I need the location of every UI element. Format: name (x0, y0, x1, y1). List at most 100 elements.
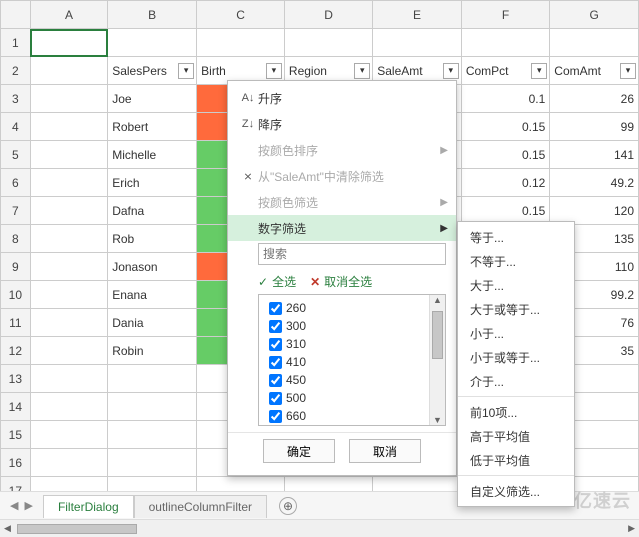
active-cell-A1[interactable] (30, 29, 108, 57)
cell-comamt[interactable]: 99 (550, 113, 639, 141)
ok-button[interactable]: 确定 (263, 439, 335, 463)
filter-button-birth[interactable]: ▾ (266, 63, 282, 79)
filter-value-checkbox[interactable] (269, 374, 282, 387)
filter-value-checkbox[interactable] (269, 320, 282, 333)
col-header-E[interactable]: E (373, 1, 462, 29)
row-header[interactable]: 9 (1, 253, 31, 281)
filter-search-input[interactable] (258, 243, 446, 265)
cell-compct[interactable]: 0.12 (461, 169, 549, 197)
row-header[interactable]: 2 (1, 57, 31, 85)
cell[interactable] (373, 29, 462, 57)
row-header[interactable]: 7 (1, 197, 31, 225)
col-header-C[interactable]: C (197, 1, 285, 29)
submenu-lt[interactable]: 小于... (458, 321, 574, 345)
header-compct[interactable]: ComPct ▾ (461, 57, 549, 85)
cell-name[interactable]: Jonason (108, 253, 197, 281)
filter-button-salespers[interactable]: ▾ (178, 63, 194, 79)
cell-compct[interactable]: 0.15 (461, 141, 549, 169)
scroll-up-icon[interactable]: ▲ (433, 295, 442, 305)
cell-comamt[interactable]: 141 (550, 141, 639, 169)
cell[interactable] (30, 113, 108, 141)
cell[interactable] (461, 29, 549, 57)
scroll-right-icon[interactable]: ▶ (628, 523, 635, 534)
menu-number-filter[interactable]: 数字筛选 ▶ (228, 215, 456, 241)
submenu-above-avg[interactable]: 高于平均值 (458, 424, 574, 448)
add-sheet-button[interactable]: ⊕ (279, 497, 297, 515)
col-header-A[interactable]: A (30, 1, 108, 29)
filter-value-item[interactable]: 660 (259, 407, 429, 425)
cell[interactable] (108, 449, 197, 477)
sheet-tab-filterdialog[interactable]: FilterDialog (43, 495, 134, 518)
submenu-eq[interactable]: 等于... (458, 225, 574, 249)
row-header[interactable]: 5 (1, 141, 31, 169)
filter-value-item[interactable]: 450 (259, 371, 429, 389)
submenu-neq[interactable]: 不等于... (458, 249, 574, 273)
cell-name[interactable]: Dania (108, 309, 197, 337)
cell[interactable] (30, 253, 108, 281)
scrollbar-thumb[interactable] (432, 311, 443, 359)
filter-value-item[interactable]: 310 (259, 335, 429, 353)
filter-value-checkbox[interactable] (269, 410, 282, 423)
cell[interactable] (108, 29, 197, 57)
cell-comamt[interactable]: 49.2 (550, 169, 639, 197)
row-header[interactable]: 13 (1, 365, 31, 393)
horizontal-scrollbar[interactable]: ◀ ▶ (0, 519, 639, 537)
list-scrollbar[interactable]: ▲ ▼ (429, 295, 445, 425)
col-header-D[interactable]: D (284, 1, 372, 29)
filter-value-checkbox[interactable] (269, 392, 282, 405)
row-header[interactable]: 15 (1, 421, 31, 449)
col-header-B[interactable]: B (108, 1, 197, 29)
cell[interactable] (30, 85, 108, 113)
cell[interactable] (30, 449, 108, 477)
filter-button-saleamt[interactable]: ▾ (443, 63, 459, 79)
cell-compct[interactable]: 0.15 (461, 113, 549, 141)
filter-value-checkbox[interactable] (269, 356, 282, 369)
menu-sort-desc[interactable]: Z↓ 降序 (228, 111, 456, 137)
cell-comamt[interactable]: 26 (550, 85, 639, 113)
filter-value-item[interactable]: 500 (259, 389, 429, 407)
sheet-tab-outlinecolumnfilter[interactable]: outlineColumnFilter (134, 495, 267, 518)
row-header[interactable]: 10 (1, 281, 31, 309)
cell[interactable] (30, 337, 108, 365)
header-salespers[interactable]: SalesPers ▾ (108, 57, 197, 85)
cell[interactable] (30, 141, 108, 169)
cell-name[interactable]: Rob (108, 225, 197, 253)
cancel-button[interactable]: 取消 (349, 439, 421, 463)
cell[interactable] (30, 365, 108, 393)
cell[interactable] (30, 421, 108, 449)
row-header[interactable]: 6 (1, 169, 31, 197)
cell[interactable] (108, 365, 197, 393)
tab-nav-first-icon[interactable]: ◀ (10, 499, 18, 512)
row-header[interactable]: 1 (1, 29, 31, 57)
cell[interactable] (550, 29, 639, 57)
submenu-top10[interactable]: 前10项... (458, 400, 574, 424)
scroll-left-icon[interactable]: ◀ (4, 523, 11, 534)
row-header[interactable]: 12 (1, 337, 31, 365)
cell-name[interactable]: Enana (108, 281, 197, 309)
scroll-down-icon[interactable]: ▼ (433, 415, 442, 425)
cell-name[interactable]: Robin (108, 337, 197, 365)
cell[interactable] (30, 281, 108, 309)
filter-value-checkbox[interactable] (269, 338, 282, 351)
filter-button-region[interactable]: ▾ (354, 63, 370, 79)
submenu-custom[interactable]: 自定义筛选... (458, 479, 574, 503)
cell[interactable] (284, 29, 372, 57)
cell[interactable] (30, 197, 108, 225)
cell[interactable] (30, 169, 108, 197)
submenu-between[interactable]: 介于... (458, 369, 574, 393)
tab-nav-next-icon[interactable]: ▶ (24, 499, 32, 512)
submenu-gt[interactable]: 大于... (458, 273, 574, 297)
row-header[interactable]: 14 (1, 393, 31, 421)
deselect-all-link[interactable]: 取消全选 (324, 273, 372, 290)
cell[interactable] (30, 309, 108, 337)
scrollbar-thumb[interactable] (17, 524, 137, 534)
select-all-link[interactable]: 全选 (272, 273, 296, 290)
row-header[interactable]: 11 (1, 309, 31, 337)
filter-value-item[interactable]: 300 (259, 317, 429, 335)
col-header-G[interactable]: G (550, 1, 639, 29)
filter-button-comamt[interactable]: ▾ (620, 63, 636, 79)
cell[interactable] (30, 393, 108, 421)
row-header[interactable]: 3 (1, 85, 31, 113)
cell-name[interactable]: Michelle (108, 141, 197, 169)
cell[interactable] (108, 393, 197, 421)
